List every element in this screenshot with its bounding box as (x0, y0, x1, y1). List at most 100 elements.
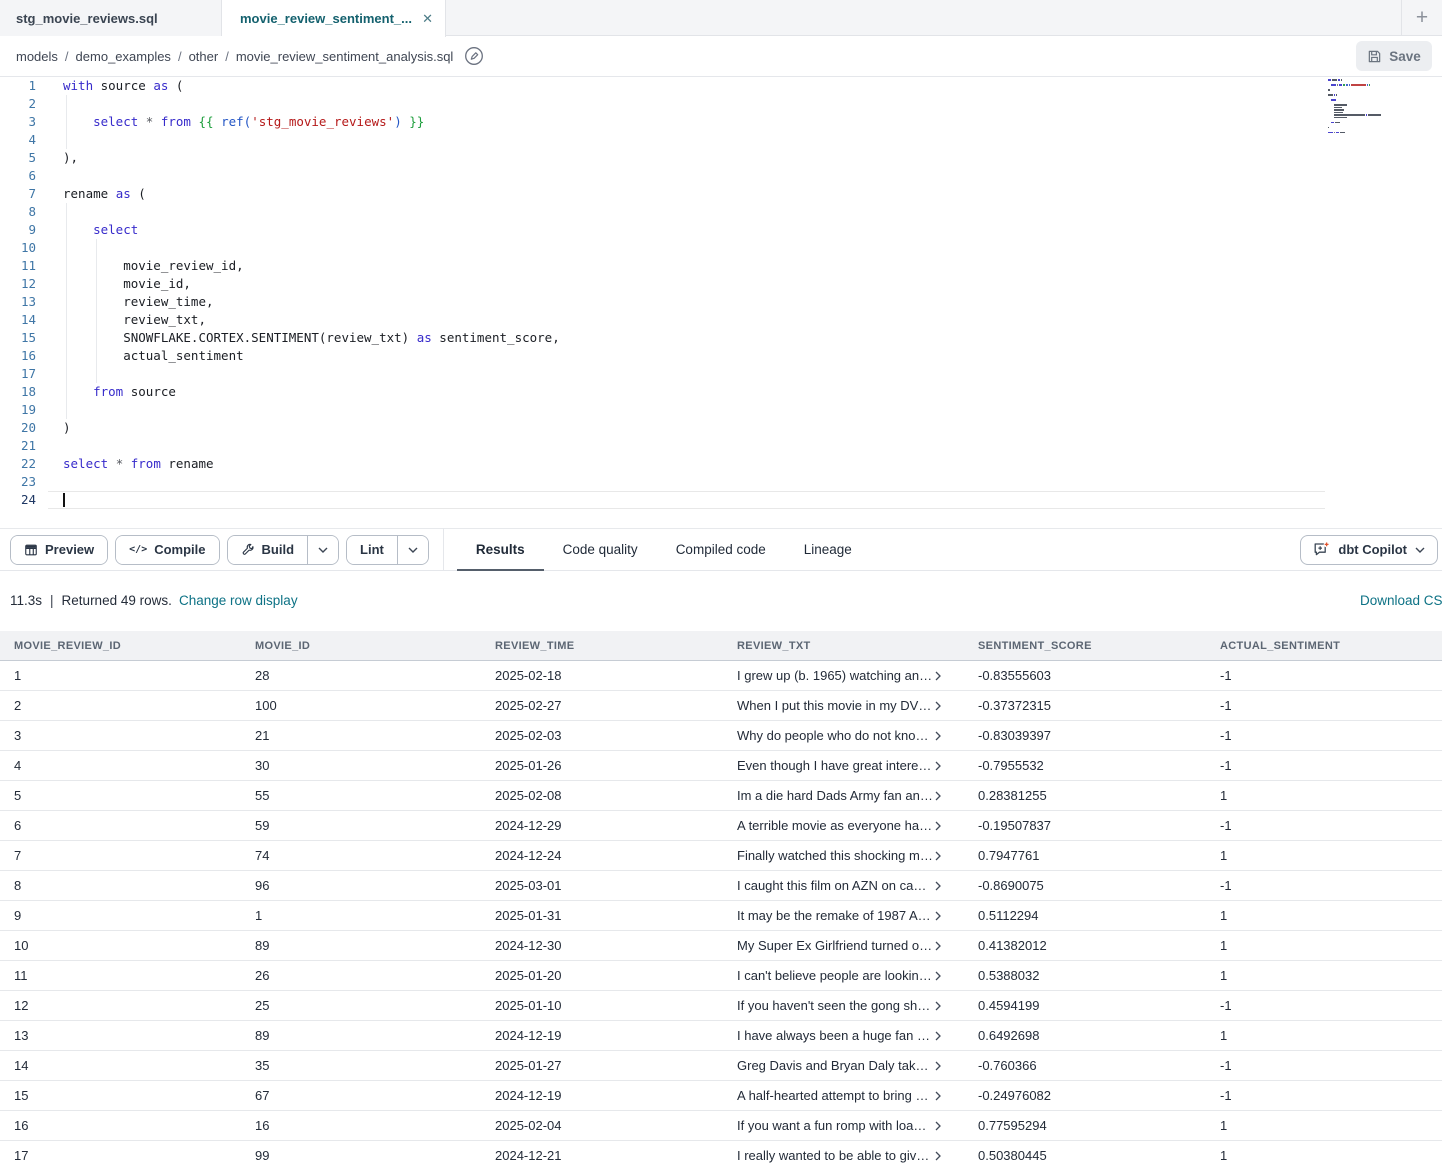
save-label: Save (1389, 49, 1421, 64)
code-token (108, 456, 116, 471)
expand-review-button[interactable] (935, 1059, 949, 1073)
review-text: When I put this movie in my DVD playe (737, 698, 933, 713)
file-status-icon[interactable] (463, 45, 485, 67)
cell-actual-sentiment: -1 (1206, 721, 1442, 750)
minimap-token (1331, 84, 1336, 86)
code-token (63, 222, 93, 237)
expand-review-button[interactable] (935, 819, 949, 833)
cell-actual-sentiment: 1 (1206, 1111, 1442, 1140)
cell-sentiment-score: 0.28381255 (964, 781, 1206, 810)
table-row: 1282025-02-18I grew up (b. 1965) watchin… (0, 661, 1442, 691)
code-line: 6 (0, 167, 1442, 185)
cell-review-txt: Greg Davis and Bryan Daly take some (723, 1051, 964, 1080)
tab-results[interactable]: Results (457, 528, 544, 571)
save-button[interactable]: Save (1356, 41, 1432, 71)
compile-button[interactable]: </> Compile (116, 536, 218, 564)
minimap-token (1346, 84, 1348, 86)
tab-stg-movie-reviews[interactable]: stg_movie_reviews.sql (0, 0, 222, 36)
expand-review-button[interactable] (935, 1149, 949, 1163)
tab-movie-review-sentiment[interactable]: movie_review_sentiment_... ✕ (222, 0, 446, 37)
tab-code-quality[interactable]: Code quality (544, 528, 657, 571)
code-token: select (93, 114, 138, 129)
new-tab-button[interactable]: + (1402, 0, 1442, 36)
column-header: REVIEW_TXT (723, 631, 964, 660)
table-row: 14352025-01-27Greg Davis and Bryan Daly … (0, 1051, 1442, 1081)
minimap-token (1334, 112, 1343, 114)
expand-review-button[interactable] (935, 999, 949, 1013)
review-text: My Super Ex Girlfriend turned out to b (737, 938, 933, 953)
cell-review-time: 2025-02-08 (481, 781, 723, 810)
expand-review-button[interactable] (935, 879, 949, 893)
expand-review-button[interactable] (935, 939, 949, 953)
code-token: from (161, 114, 191, 129)
expand-review-button[interactable] (935, 1029, 949, 1043)
cell-actual-sentiment: 1 (1206, 1141, 1442, 1166)
review-text: A terrible movie as everyone has said. (737, 818, 933, 833)
code-line: 3 select * from {{ ref('stg_movie_review… (0, 113, 1442, 131)
code-line-content: ), (63, 149, 78, 167)
code-token: ( (131, 186, 146, 201)
expand-review-button[interactable] (935, 969, 949, 983)
expand-review-button[interactable] (935, 699, 949, 713)
minimap-token (1336, 94, 1337, 96)
code-token: with (63, 78, 93, 93)
code-token: movie_id, (63, 276, 191, 291)
expand-review-button[interactable] (935, 669, 949, 683)
expand-review-button[interactable] (935, 849, 949, 863)
cell-actual-sentiment: -1 (1206, 1081, 1442, 1110)
cell-movie-id: 16 (241, 1111, 481, 1140)
expand-review-button[interactable] (935, 1119, 949, 1133)
code-token (191, 114, 199, 129)
chevron-right-icon (935, 1151, 941, 1161)
cell-sentiment-score: -0.83039397 (964, 721, 1206, 750)
chevron-right-icon (935, 761, 941, 771)
cell-review-time: 2024-12-19 (481, 1021, 723, 1050)
minimap-line (1328, 112, 1400, 114)
download-csv-link[interactable]: Download CSV (1360, 593, 1442, 608)
summary-separator: | (50, 593, 54, 608)
expand-review-button[interactable] (935, 1089, 949, 1103)
cell-review-txt: It may be the remake of 1987 Autumn' (723, 901, 964, 930)
dbt-copilot-button[interactable]: dbt Copilot (1300, 535, 1438, 565)
tab-compiled-code[interactable]: Compiled code (657, 528, 785, 571)
code-line: 8 (0, 203, 1442, 221)
sql-code-editor[interactable]: 1with source as (23 select * from {{ ref… (0, 77, 1442, 528)
minimap-token (1367, 84, 1368, 86)
save-icon (1367, 49, 1382, 64)
close-icon[interactable]: ✕ (422, 11, 433, 27)
preview-button[interactable]: Preview (11, 536, 107, 564)
expand-review-button[interactable] (935, 729, 949, 743)
tab-lineage[interactable]: Lineage (785, 528, 871, 571)
minimap-line (1328, 104, 1400, 106)
change-row-display-link[interactable]: Change row display (179, 593, 298, 608)
minimap-line (1328, 127, 1400, 129)
expand-review-button[interactable] (935, 759, 949, 773)
cell-actual-sentiment: -1 (1206, 691, 1442, 720)
table-row: 12252025-01-10If you haven't seen the go… (0, 991, 1442, 1021)
breadcrumb-segment[interactable]: models (16, 49, 58, 64)
cell-movie-review-id: 1 (0, 661, 241, 690)
breadcrumb-segment[interactable]: movie_review_sentiment_analysis.sql (236, 49, 454, 64)
expand-review-button[interactable] (935, 789, 949, 803)
minimap-token (1351, 84, 1366, 86)
lint-dropdown-button[interactable] (397, 536, 428, 564)
compile-button-group: </> Compile (115, 535, 219, 565)
breadcrumb-segment[interactable]: demo_examples (76, 49, 171, 64)
breadcrumb-segment[interactable]: other (189, 49, 219, 64)
cell-movie-review-id: 15 (0, 1081, 241, 1110)
cell-movie-review-id: 8 (0, 871, 241, 900)
editor-tab-bar: stg_movie_reviews.sql movie_review_senti… (0, 0, 1442, 36)
cell-review-txt: Even though I have great interest in Bi (723, 751, 964, 780)
code-line: 13 review_time, (0, 293, 1442, 311)
minimap-token (1341, 79, 1342, 81)
cell-review-txt: I grew up (b. 1965) watching and lovin (723, 661, 964, 690)
build-button[interactable]: Build (228, 536, 308, 564)
expand-review-button[interactable] (935, 909, 949, 923)
lint-button[interactable]: Lint (347, 536, 397, 564)
code-line: 11 movie_review_id, (0, 257, 1442, 275)
minimap-token (1331, 99, 1336, 101)
table-row: 13892024-12-19I have always been a huge … (0, 1021, 1442, 1051)
build-dropdown-button[interactable] (307, 536, 338, 564)
chevron-right-icon (935, 851, 941, 861)
code-minimap[interactable] (1328, 79, 1400, 139)
